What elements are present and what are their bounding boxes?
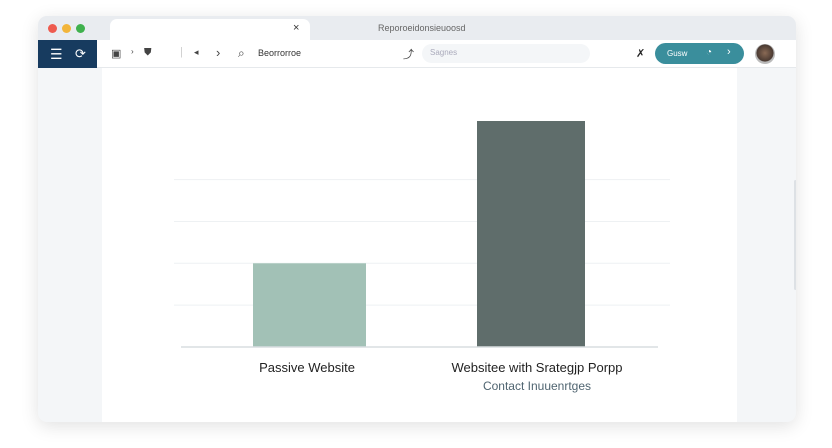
bar (477, 121, 585, 347)
browser-window: × Reporoeidonsieuoosd ☰ ⟳ ▣ › ⛊ | ◂ › ⌕ … (38, 16, 796, 422)
share-icon[interactable]: ⤴ (403, 46, 414, 62)
refresh-icon[interactable]: ⟳ (75, 46, 86, 62)
active-tab[interactable] (110, 19, 310, 40)
chart-subtitle: Contact Inuuenrtges (482, 379, 592, 393)
avatar[interactable] (755, 44, 775, 64)
back-icon[interactable]: ◂ (194, 47, 199, 58)
tab-close-icon[interactable]: × (293, 22, 299, 34)
sidebar-icon[interactable]: ▣ (111, 47, 121, 60)
x-tick-label: Websitee with Srategjp Porpp (451, 360, 623, 375)
action-pill-button[interactable]: Gusw ◔ › (655, 43, 744, 64)
search-input[interactable]: Sagnes (422, 44, 590, 63)
minimize-window-button[interactable] (62, 24, 71, 33)
maximize-window-button[interactable] (76, 24, 85, 33)
tab-bar: × Reporoeidonsieuoosd (38, 16, 796, 40)
search-icon[interactable]: ⌕ (238, 46, 245, 61)
x-tick-label: Passive Website (259, 360, 355, 375)
scrollbar[interactable] (794, 180, 796, 290)
divider: | (180, 46, 183, 58)
breadcrumb[interactable]: Beorrorroe (258, 48, 301, 58)
menu-icon[interactable]: ☰ (50, 46, 63, 63)
arrow-icon[interactable]: › (131, 47, 134, 56)
chart-panel: Passive Website Websitee with Srategjp P… (102, 68, 737, 422)
window-title: Reporoeidonsieuoosd (378, 23, 466, 33)
chat-icon[interactable]: ◔ (706, 47, 712, 58)
nav-block: ☰ ⟳ (38, 40, 97, 68)
shield-icon[interactable]: ⛊ (144, 47, 152, 58)
pill-label: Gusw (667, 49, 688, 58)
tools-icon[interactable]: ✗ (636, 47, 645, 60)
toolbar: ☰ ⟳ ▣ › ⛊ | ◂ › ⌕ Beorrorroe ⤴ Sagnes ✗ … (38, 40, 796, 68)
forward-icon[interactable]: › (216, 45, 220, 60)
close-window-button[interactable] (48, 24, 57, 33)
bar (253, 263, 366, 347)
next-icon[interactable]: › (727, 46, 731, 58)
